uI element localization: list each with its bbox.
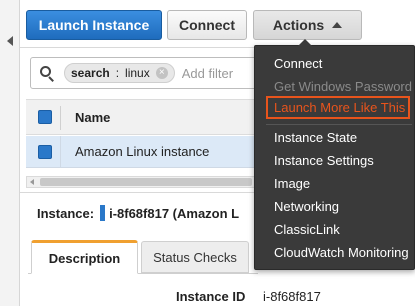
launch-instance-button[interactable]: Launch Instance	[26, 10, 162, 40]
caret-up-icon	[332, 22, 343, 28]
tab-status-checks[interactable]: Status Checks	[141, 241, 249, 273]
filter-token-separator: :	[115, 66, 120, 80]
token-remove-icon[interactable]: ×	[155, 67, 168, 79]
menu-item-classiclink[interactable]: ClassicLink	[274, 220, 340, 240]
horizontal-scrollbar[interactable]	[26, 176, 256, 188]
instance-id-value: i-8f68f817	[263, 289, 321, 304]
actions-dropdown-menu: Connect Get Windows Password Launch More…	[254, 39, 415, 270]
filter-token-value: linux	[125, 66, 150, 80]
column-divider	[60, 106, 61, 130]
filter-token-key: search	[71, 66, 110, 80]
select-all-checkbox[interactable]	[38, 110, 52, 124]
menu-item-get-windows-password: Get Windows Password	[274, 79, 412, 94]
instances-table-header: Name	[26, 99, 256, 135]
menu-item-connect[interactable]: Connect	[274, 54, 322, 74]
collapse-nav-toggle[interactable]	[0, 30, 20, 52]
column-header-name[interactable]: Name	[75, 110, 110, 125]
menu-pointer	[298, 39, 312, 46]
instance-name-cell: Amazon Linux instance	[75, 144, 210, 159]
menu-item-instance-state[interactable]: Instance State	[274, 128, 357, 148]
menu-item-instance-settings[interactable]: Instance Settings	[274, 151, 374, 171]
table-row[interactable]: Amazon Linux instance	[26, 136, 256, 168]
collapse-left-icon	[7, 36, 13, 46]
connect-button[interactable]: Connect	[167, 10, 247, 40]
scrollbar-thumb[interactable]	[40, 178, 252, 186]
actions-button[interactable]: Actions	[253, 10, 362, 40]
left-nav-rail	[0, 0, 20, 306]
instance-id-label: Instance ID	[176, 289, 246, 304]
instance-label: Instance:	[37, 205, 95, 221]
row-checkbox[interactable]	[38, 145, 52, 159]
menu-item-launch-more-like-this[interactable]: Launch More Like This	[274, 98, 405, 118]
instance-marker	[100, 205, 106, 221]
menu-item-networking[interactable]: Networking	[274, 197, 339, 217]
search-icon	[39, 65, 56, 82]
menu-item-image[interactable]: Image	[274, 174, 310, 194]
add-filter-input[interactable]	[181, 65, 242, 81]
tab-description[interactable]: Description	[31, 240, 138, 274]
instance-summary: Instance: i-8f68f817 (Amazon L	[37, 204, 239, 222]
scroll-left-icon[interactable]	[30, 179, 34, 185]
filter-token[interactable]: search : linux ×	[64, 63, 175, 83]
menu-divider	[266, 124, 412, 125]
instance-summary-value: i-8f68f817 (Amazon L	[109, 205, 240, 221]
search-filter-box[interactable]: search : linux ×	[30, 57, 268, 89]
actions-button-label: Actions	[272, 17, 325, 33]
menu-item-cloudwatch-monitoring[interactable]: CloudWatch Monitoring	[274, 243, 409, 263]
column-divider	[60, 136, 61, 167]
